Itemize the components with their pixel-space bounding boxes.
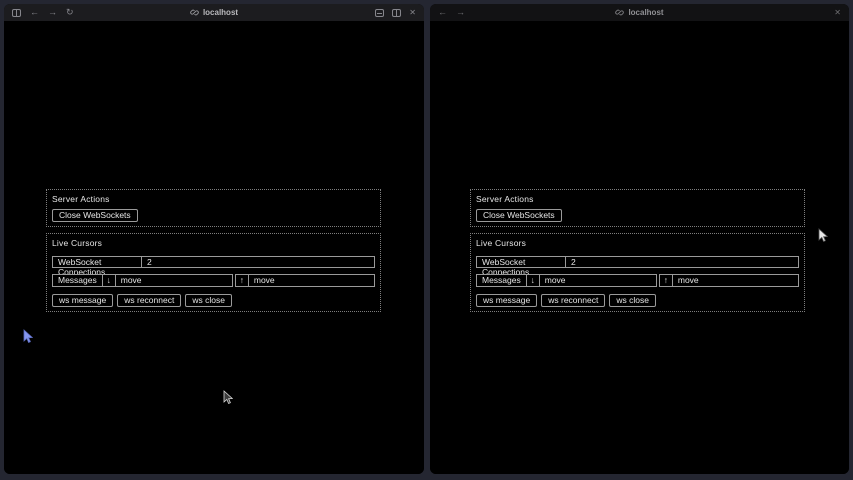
reader-icon[interactable] <box>375 9 384 17</box>
titlebar-right-controls: ✕ <box>834 8 849 17</box>
websocket-demo-app: Server Actions Close WebSockets Live Cur… <box>470 189 805 318</box>
received-message-value: move <box>116 275 232 286</box>
browser-window-right: ← → localhost ✕ Server Actions Close Web… <box>430 4 849 474</box>
messages-label: Messages <box>53 275 103 286</box>
connections-count: 2 <box>142 257 374 267</box>
arrow-down-icon: ↓ <box>527 275 540 286</box>
sent-message-value: move <box>673 275 798 286</box>
address-bar[interactable]: localhost <box>430 4 849 21</box>
connections-label: WebSocket Connections <box>53 257 142 267</box>
sidebar-toggle-icon[interactable] <box>12 9 21 17</box>
page-content: Server Actions Close WebSockets Live Cur… <box>430 21 849 474</box>
ws-close-button[interactable]: ws close <box>185 294 232 307</box>
ws-message-button[interactable]: ws message <box>52 294 113 307</box>
live-cursors-group: Live Cursors WebSocket Connections 2 Mes… <box>46 233 381 312</box>
titlebar[interactable]: ← → ↻ localhost ✕ <box>4 4 424 21</box>
titlebar[interactable]: ← → localhost ✕ <box>430 4 849 21</box>
live-cursors-legend: Live Cursors <box>476 238 799 249</box>
close-icon[interactable]: ✕ <box>409 8 416 17</box>
titlebar-left-controls: ← → <box>430 8 465 17</box>
connections-label: WebSocket Connections <box>477 257 566 267</box>
arrow-up-icon: ↑ <box>660 275 673 286</box>
ws-buttons-row: ws message ws reconnect ws close <box>476 294 799 307</box>
link-icon <box>615 8 624 17</box>
address-text: localhost <box>203 8 238 17</box>
messages-label: Messages <box>477 275 527 286</box>
live-cursors-group: Live Cursors WebSocket Connections 2 Mes… <box>470 233 805 312</box>
arrow-down-icon: ↓ <box>103 275 116 286</box>
ws-reconnect-button[interactable]: ws reconnect <box>117 294 181 307</box>
tabs-icon-line <box>396 10 397 16</box>
received-message-value: move <box>540 275 656 286</box>
sent-message-cellgroup: ↑ move <box>235 274 375 287</box>
received-message-cellgroup: Messages ↓ move <box>476 274 657 287</box>
sent-message-cellgroup: ↑ move <box>659 274 799 287</box>
server-actions-group: Server Actions Close WebSockets <box>470 189 805 227</box>
tabs-icon[interactable] <box>392 9 401 17</box>
reader-icon-line <box>377 13 382 14</box>
server-actions-legend: Server Actions <box>476 194 799 205</box>
forward-icon[interactable]: → <box>456 8 465 17</box>
ws-buttons-row: ws message ws reconnect ws close <box>52 294 375 307</box>
connections-count: 2 <box>566 257 798 267</box>
back-icon[interactable]: ← <box>30 8 39 17</box>
titlebar-right-controls: ✕ <box>375 8 424 17</box>
browser-window-left: ← → ↻ localhost ✕ Server Actions Close <box>4 4 424 474</box>
server-actions-group: Server Actions Close WebSockets <box>46 189 381 227</box>
live-cursors-legend: Live Cursors <box>52 238 375 249</box>
connections-row: WebSocket Connections 2 <box>52 256 375 268</box>
desktop: ← → ↻ localhost ✕ Server Actions Close <box>0 0 853 480</box>
address-text: localhost <box>628 8 663 17</box>
close-websockets-button[interactable]: Close WebSockets <box>476 209 562 222</box>
ws-close-button[interactable]: ws close <box>609 294 656 307</box>
connections-row: WebSocket Connections 2 <box>476 256 799 268</box>
titlebar-left-controls: ← → ↻ <box>4 8 74 17</box>
reload-icon[interactable]: ↻ <box>66 8 74 17</box>
ws-reconnect-button[interactable]: ws reconnect <box>541 294 605 307</box>
websocket-demo-app: Server Actions Close WebSockets Live Cur… <box>46 189 381 318</box>
server-actions-legend: Server Actions <box>52 194 375 205</box>
close-websockets-button[interactable]: Close WebSockets <box>52 209 138 222</box>
close-icon[interactable]: ✕ <box>834 8 841 17</box>
link-icon <box>190 8 199 17</box>
messages-row: Messages ↓ move ↑ move <box>52 274 375 287</box>
back-icon[interactable]: ← <box>438 8 447 17</box>
ws-message-button[interactable]: ws message <box>476 294 537 307</box>
page-content: Server Actions Close WebSockets Live Cur… <box>4 21 424 474</box>
received-message-cellgroup: Messages ↓ move <box>52 274 233 287</box>
sent-message-value: move <box>249 275 374 286</box>
arrow-up-icon: ↑ <box>236 275 249 286</box>
sidebar-icon-line <box>16 10 17 16</box>
messages-row: Messages ↓ move ↑ move <box>476 274 799 287</box>
forward-icon[interactable]: → <box>48 8 57 17</box>
